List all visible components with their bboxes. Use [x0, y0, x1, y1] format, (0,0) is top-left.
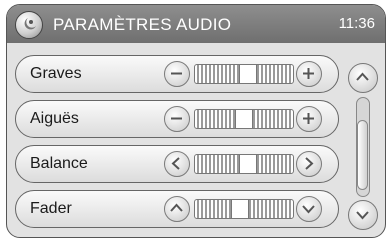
level-slider[interactable]	[194, 109, 294, 129]
chevron-down-icon[interactable]	[296, 196, 322, 222]
scrollbar-track[interactable]	[356, 97, 370, 197]
chevron-down-icon	[356, 211, 369, 220]
slider-thumb[interactable]	[239, 154, 257, 174]
scrollbar-thumb[interactable]	[357, 120, 368, 190]
page-title: PARAMÈTRES AUDIO	[53, 15, 232, 34]
chevron-left-icon[interactable]	[164, 151, 190, 177]
scroll-up-button[interactable]	[348, 63, 378, 93]
setting-label: Graves	[30, 65, 82, 82]
setting-row-graves: Graves	[15, 55, 339, 93]
minus-icon[interactable]	[164, 61, 190, 87]
setting-label: Balance	[30, 155, 88, 172]
slider-thumb[interactable]	[239, 64, 257, 84]
level-slider[interactable]	[194, 64, 294, 84]
scroll-down-button[interactable]	[348, 200, 378, 230]
audio-settings-screen: PARAMÈTRES AUDIO 11:36 Graves Aiguës Bal…	[6, 4, 386, 238]
chevron-up-icon	[356, 72, 369, 81]
setting-label: Fader	[30, 200, 72, 217]
setting-label: Aiguës	[30, 110, 79, 127]
slider-thumb[interactable]	[235, 109, 253, 129]
minus-icon[interactable]	[164, 106, 190, 132]
chevron-right-icon[interactable]	[296, 151, 322, 177]
chevron-up-icon[interactable]	[164, 196, 190, 222]
plus-icon[interactable]	[296, 61, 322, 87]
slider-thumb[interactable]	[231, 199, 249, 219]
level-slider[interactable]	[194, 154, 294, 174]
setting-row-balance: Balance	[15, 145, 339, 183]
level-slider[interactable]	[194, 199, 294, 219]
audio-settings-icon[interactable]	[15, 11, 43, 39]
plus-icon[interactable]	[296, 106, 322, 132]
clock: 11:36	[338, 15, 375, 32]
title-bar: PARAMÈTRES AUDIO 11:36	[7, 5, 385, 43]
setting-row-fader: Fader	[15, 190, 339, 228]
setting-row-aigues: Aiguës	[15, 100, 339, 138]
